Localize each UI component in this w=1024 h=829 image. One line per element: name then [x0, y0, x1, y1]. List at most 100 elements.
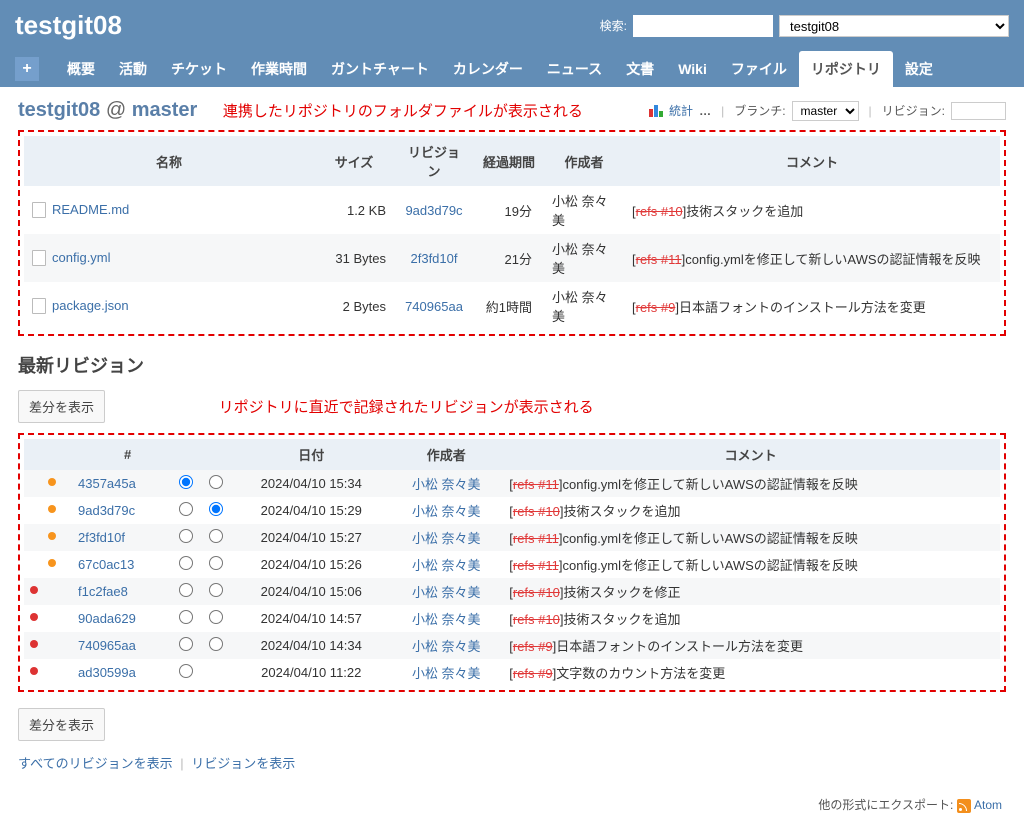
revision-link[interactable]: f1c2fae8	[78, 584, 128, 599]
author-link[interactable]: 小松 奈々美	[412, 558, 481, 573]
file-row: config.yml 31 Bytes 2f3fd10f 21分 小松 奈々美 …	[24, 234, 1000, 282]
issue-ref[interactable]: refs #11	[513, 558, 559, 573]
issue-ref[interactable]: refs #9	[513, 639, 553, 654]
diff-radio-to[interactable]	[209, 583, 223, 597]
all-revisions-link[interactable]: すべてのリビジョンを表示	[18, 756, 173, 771]
diff-button-bottom[interactable]: 差分を表示	[18, 708, 105, 741]
revision-row: 740965aa 2024/04/10 14:34 小松 奈々美 [refs #…	[24, 632, 1000, 659]
tab-news[interactable]: ニュース	[535, 51, 614, 87]
feed-icon	[957, 799, 971, 813]
diff-radio-to[interactable]	[209, 637, 223, 651]
tab-activity[interactable]: 活動	[107, 51, 159, 87]
annotation-files: 連携したリポジトリのフォルダファイルが表示される	[223, 103, 583, 120]
issue-ref[interactable]: refs #10	[513, 612, 560, 627]
issue-ref[interactable]: refs #9	[513, 666, 553, 681]
revision-input[interactable]	[951, 102, 1006, 120]
branch-select[interactable]: master	[792, 101, 859, 121]
revision-row: f1c2fae8 2024/04/10 15:06 小松 奈々美 [refs #…	[24, 578, 1000, 605]
bottom-links: すべてのリビジョンを表示 | リビジョンを表示	[18, 753, 1006, 772]
project-title: testgit08	[15, 10, 122, 41]
file-link[interactable]: config.yml	[52, 250, 111, 265]
diff-radio-to[interactable]	[209, 529, 223, 543]
diff-radio-from[interactable]	[179, 529, 193, 543]
issue-ref[interactable]: refs #11	[513, 477, 559, 492]
tab-documents[interactable]: 文書	[614, 51, 666, 87]
diff-radio-from[interactable]	[179, 502, 193, 516]
revision-link[interactable]: 9ad3d79c	[405, 203, 462, 218]
diff-radio-to[interactable]	[209, 556, 223, 570]
tab-calendar[interactable]: カレンダー	[441, 51, 535, 87]
revision-link[interactable]: 2f3fd10f	[78, 530, 125, 545]
search-label: 検索:	[600, 17, 627, 34]
export-row: 他の形式にエクスポート: Atom	[18, 792, 1006, 817]
annotation-revisions: リポジトリに直近で記録されたリビジョンが表示される	[219, 396, 594, 417]
diff-radio-from[interactable]	[179, 664, 193, 678]
file-link[interactable]: package.json	[52, 298, 129, 313]
diff-radio-from[interactable]	[179, 610, 193, 624]
tab-wiki[interactable]: Wiki	[666, 53, 719, 85]
revision-row: 4357a45a 2024/04/10 15:34 小松 奈々美 [refs #…	[24, 470, 1000, 497]
revision-link[interactable]: 67c0ac13	[78, 557, 134, 572]
revision-row: 67c0ac13 2024/04/10 15:26 小松 奈々美 [refs #…	[24, 551, 1000, 578]
files-table: 名称 サイズ リビジョン 経過期間 作成者 コメント README.md 1.2…	[24, 136, 1000, 330]
stats-icon	[649, 105, 663, 117]
tabs-row: + 概要 活動 チケット 作業時間 ガントチャート カレンダー ニュース 文書 …	[15, 51, 1009, 87]
revision-link[interactable]: 90ada629	[78, 611, 136, 626]
tab-overview[interactable]: 概要	[55, 51, 107, 87]
tab-worktime[interactable]: 作業時間	[239, 51, 319, 87]
branch-label: ブランチ:	[734, 102, 785, 119]
diff-radio-to[interactable]	[209, 475, 223, 489]
revision-link[interactable]: 4357a45a	[78, 476, 136, 491]
add-tab-button[interactable]: +	[15, 57, 39, 81]
revision-link[interactable]: 9ad3d79c	[78, 503, 135, 518]
more-button[interactable]: …	[699, 104, 711, 118]
issue-ref[interactable]: refs #11	[513, 531, 559, 546]
revision-row: 2f3fd10f 2024/04/10 15:27 小松 奈々美 [refs #…	[24, 524, 1000, 551]
revision-link[interactable]: 740965aa	[405, 299, 463, 314]
issue-ref[interactable]: refs #10	[513, 585, 560, 600]
tab-settings[interactable]: 設定	[893, 51, 945, 87]
search-input[interactable]	[633, 15, 773, 37]
revisions-title: 最新リビジョン	[18, 352, 1006, 378]
revision-row: ad30599a 2024/04/10 11:22 小松 奈々美 [refs #…	[24, 659, 1000, 686]
tab-repository[interactable]: リポジトリ	[799, 51, 893, 87]
revision-link[interactable]: 2f3fd10f	[411, 251, 458, 266]
file-icon	[32, 250, 46, 266]
revisions-table: # 日付 作成者 コメント 4357a45a 2024/04/10 15:34 …	[24, 439, 1000, 686]
author-link[interactable]: 小松 奈々美	[412, 504, 481, 519]
stats-link[interactable]: 統計	[669, 102, 693, 119]
revision-row: 9ad3d79c 2024/04/10 15:29 小松 奈々美 [refs #…	[24, 497, 1000, 524]
issue-ref[interactable]: refs #10	[513, 504, 560, 519]
author-link[interactable]: 小松 奈々美	[412, 585, 481, 600]
diff-radio-from[interactable]	[179, 637, 193, 651]
files-box: 名称 サイズ リビジョン 経過期間 作成者 コメント README.md 1.2…	[18, 130, 1006, 336]
revision-link[interactable]: 740965aa	[78, 638, 136, 653]
tab-tickets[interactable]: チケット	[159, 51, 239, 87]
author-link[interactable]: 小松 奈々美	[412, 639, 481, 654]
diff-radio-to[interactable]	[209, 502, 223, 516]
diff-radio-from[interactable]	[179, 475, 193, 489]
issue-ref[interactable]: refs #11	[636, 252, 682, 267]
project-select[interactable]: testgit08	[779, 15, 1009, 37]
author-link[interactable]: 小松 奈々美	[412, 477, 481, 492]
author-link[interactable]: 小松 奈々美	[412, 531, 481, 546]
show-revision-link[interactable]: リビジョンを表示	[191, 756, 295, 771]
diff-radio-from[interactable]	[179, 583, 193, 597]
diff-radio-from[interactable]	[179, 556, 193, 570]
revisions-box: # 日付 作成者 コメント 4357a45a 2024/04/10 15:34 …	[18, 433, 1006, 692]
author-link[interactable]: 小松 奈々美	[412, 612, 481, 627]
tab-files[interactable]: ファイル	[719, 51, 799, 87]
diff-radio-to[interactable]	[209, 610, 223, 624]
revision-row: 90ada629 2024/04/10 14:57 小松 奈々美 [refs #…	[24, 605, 1000, 632]
issue-ref[interactable]: refs #10	[636, 204, 683, 219]
author-link[interactable]: 小松 奈々美	[412, 666, 481, 681]
tab-gantt[interactable]: ガントチャート	[319, 51, 441, 87]
revision-label: リビジョン:	[882, 102, 945, 119]
issue-ref[interactable]: refs #9	[636, 300, 676, 315]
file-link[interactable]: README.md	[52, 202, 129, 217]
diff-button-top[interactable]: 差分を表示	[18, 390, 105, 423]
file-row: package.json 2 Bytes 740965aa 約1時間 小松 奈々…	[24, 282, 1000, 330]
revision-link[interactable]: ad30599a	[78, 665, 136, 680]
top-header: testgit08 検索: testgit08 + 概要 活動 チケット 作業時…	[0, 0, 1024, 87]
atom-link[interactable]: Atom	[974, 798, 1002, 812]
